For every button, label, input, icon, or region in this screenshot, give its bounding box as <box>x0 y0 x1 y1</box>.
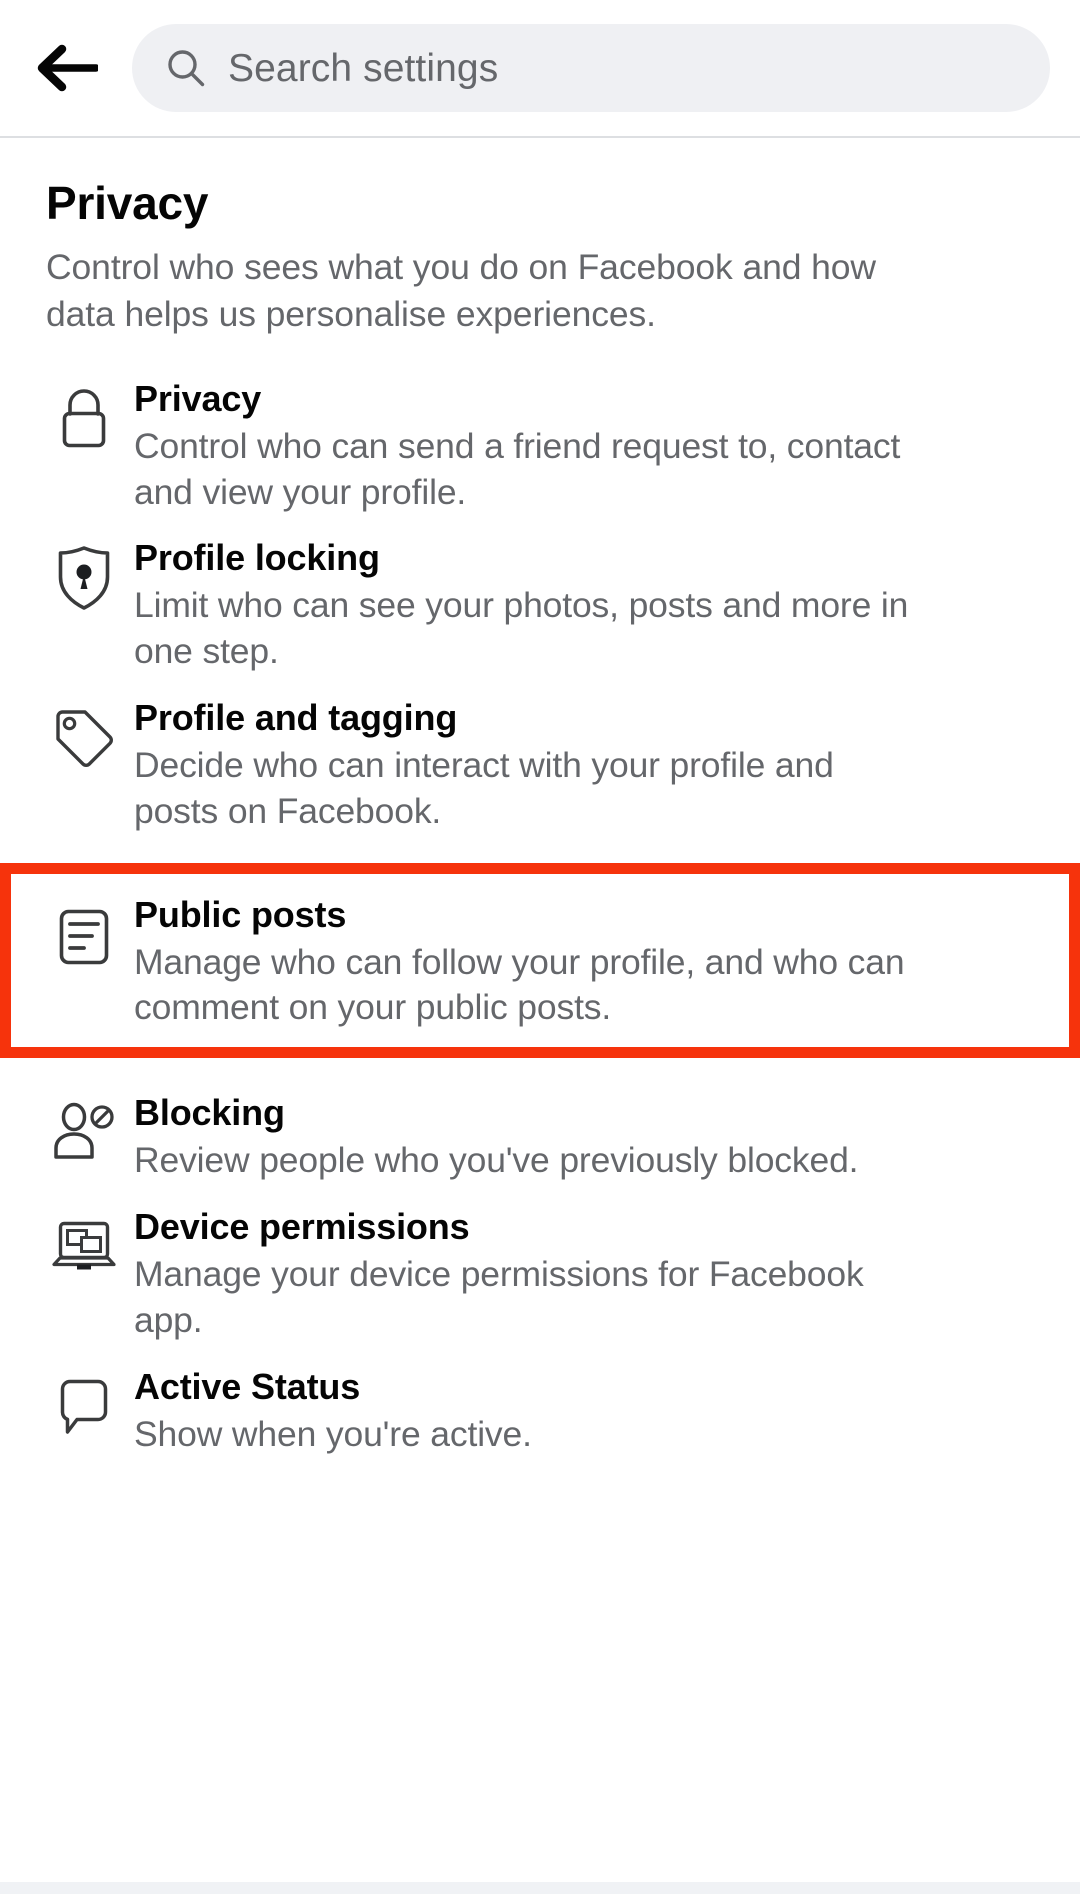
list-item-body: Blocking Review people who you've previo… <box>128 1086 1034 1184</box>
list-item-title: Device permissions <box>134 1205 470 1247</box>
list-item-body: Public posts Manage who can follow your … <box>128 888 1023 1032</box>
list-item-title: Profile locking <box>134 537 380 579</box>
list-item-active-status[interactable]: Active Status Show when you're active. <box>0 1351 1080 1466</box>
list-item-title: Active Status <box>134 1365 361 1407</box>
list-item-public-posts[interactable]: Public posts Manage who can follow your … <box>0 862 1080 1059</box>
list-item-body: Device permissions Manage your device pe… <box>128 1200 1034 1344</box>
list-item-desc: Show when you're active. <box>134 1413 532 1454</box>
list-item-device-permissions[interactable]: Device permissions Manage your device pe… <box>0 1191 1080 1352</box>
list-item-body: Profile and tagging Decide who can inter… <box>128 691 1034 835</box>
back-button[interactable] <box>28 29 106 107</box>
settings-privacy-screen: Search settings Privacy Control who sees… <box>0 0 1080 1894</box>
page-header: Privacy Control who sees what you do on … <box>0 138 1080 338</box>
list-item-privacy[interactable]: Privacy Control who can send a friend re… <box>0 363 1080 524</box>
list-item-title: Privacy <box>134 377 262 419</box>
top-bar: Search settings <box>0 0 1080 138</box>
post-lines-icon <box>40 894 128 980</box>
search-input[interactable]: Search settings <box>132 24 1050 112</box>
list-item-body: Profile locking Limit who can see your p… <box>128 531 1034 675</box>
list-item-desc: Limit who can see your photos, posts and… <box>134 585 909 672</box>
page-title: Privacy <box>46 177 209 229</box>
list-item-body: Privacy Control who can send a friend re… <box>128 372 1034 516</box>
search-placeholder: Search settings <box>228 46 499 90</box>
list-item-desc: Manage who can follow your profile, and … <box>134 941 905 1028</box>
list-item-body: Active Status Show when you're active. <box>128 1360 1034 1458</box>
list-item-title: Public posts <box>134 893 347 935</box>
settings-list: Privacy Control who can send a friend re… <box>0 363 1080 1466</box>
search-icon <box>166 48 206 88</box>
list-item-desc: Control who can send a friend request to… <box>134 425 901 512</box>
list-item-desc: Review people who you've previously bloc… <box>134 1140 859 1181</box>
laptop-icon <box>40 1204 128 1290</box>
bottom-strip <box>0 1882 1080 1894</box>
speech-bubble-icon <box>40 1364 128 1450</box>
list-item-profile-locking[interactable]: Profile locking Limit who can see your p… <box>0 523 1080 684</box>
arrow-left-icon <box>36 44 98 92</box>
person-blocked-icon <box>40 1090 128 1176</box>
lock-icon <box>40 376 128 462</box>
list-item-desc: Manage your device permissions for Faceb… <box>134 1253 864 1340</box>
tag-icon <box>40 695 128 781</box>
list-item-title: Blocking <box>134 1092 285 1134</box>
list-item-desc: Decide who can interact with your profil… <box>134 745 834 831</box>
list-item-profile-and-tagging[interactable]: Profile and tagging Decide who can inter… <box>0 683 1080 843</box>
list-item-blocking[interactable]: Blocking Review people who you've previo… <box>0 1078 1080 1192</box>
shield-keyhole-icon <box>40 535 128 621</box>
list-item-title: Profile and tagging <box>134 697 458 739</box>
page-subtitle: Control who sees what you do on Facebook… <box>46 246 876 334</box>
